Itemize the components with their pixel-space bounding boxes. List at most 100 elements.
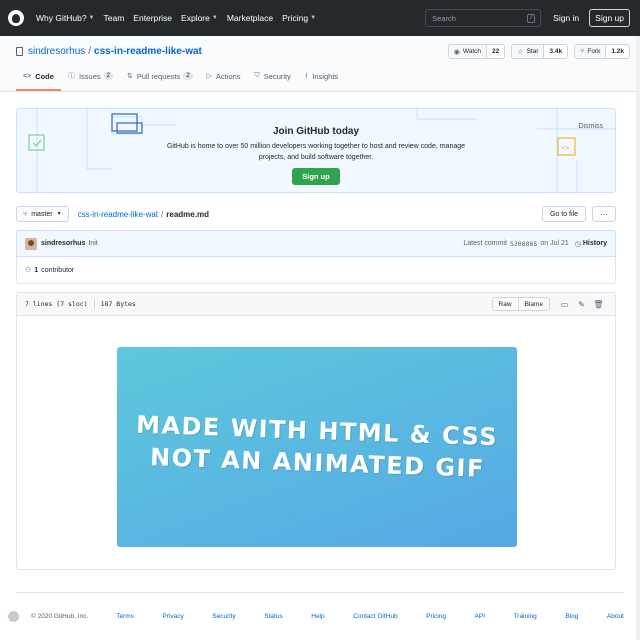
raw-blame-group: Raw Blame (491, 297, 550, 311)
search-shortcut-key: / (527, 14, 536, 23)
breadcrumb-repo-link[interactable]: css-in-readme-like-wat (78, 210, 158, 219)
footer-link-pricing[interactable]: Pricing (426, 613, 446, 620)
footer-link-terms[interactable]: Terms (116, 613, 134, 620)
star-label: Star (526, 48, 539, 55)
commit-sha-link[interactable]: 5200865 (510, 240, 537, 248)
file-size: 187 Bytes (100, 300, 136, 308)
search-placeholder: Search (432, 13, 456, 23)
avatar[interactable] (25, 237, 37, 250)
tab-pull-requests[interactable]: ⇅ Pull requests 2 (120, 71, 200, 91)
fork-button[interactable]: ⑂ Fork 1.2k (574, 44, 630, 59)
pencil-icon[interactable]: ✎ (573, 300, 590, 309)
fork-count[interactable]: 1.2k (606, 45, 629, 58)
repo-tabs: <> Code ⓘ Issues 2 ⇅ Pull requests 2 ▷ Actions… (16, 71, 345, 91)
signup-banner: <> Join GitHub today GitHub is home to o… (16, 108, 616, 193)
chevron-down-icon: ▼ (211, 15, 218, 21)
chevron-down-icon: ▼ (310, 15, 317, 21)
desktop-icon[interactable]: ▭ (556, 300, 573, 309)
issues-counter: 2 (103, 72, 113, 80)
more-options-button[interactable]: ··· (592, 206, 616, 222)
scrollbar[interactable] (636, 36, 640, 640)
search-input[interactable]: Search / (425, 9, 542, 27)
pull-request-icon: ⇅ (126, 73, 133, 80)
footer-links: Terms Privacy Security Status Help Conta… (116, 613, 624, 620)
top-nav: Why GitHub? ▼ Team Enterprise Explore ▼ Ma… (0, 0, 640, 36)
banner-text: GitHub is home to over 50 million develo… (166, 143, 466, 161)
breadcrumb-file: readme.md (166, 209, 209, 219)
latest-commit-label: Latest commit (463, 240, 507, 247)
contributor-count: 1 (34, 266, 39, 274)
readme-hero-image: MADE WITH HTML & CSS NOT AN ANIMATED GIF (117, 347, 517, 547)
issue-icon: ⓘ (67, 73, 75, 80)
footer-link-api[interactable]: API (475, 613, 485, 620)
footer-link-training[interactable]: Training (514, 613, 537, 620)
branch-icon: ⑂ (23, 210, 28, 218)
repo-icon (16, 47, 23, 56)
banner-title: Join GitHub today (272, 126, 360, 137)
repo-owner-link[interactable]: sindresorhus (28, 46, 85, 57)
tab-issues[interactable]: ⓘ Issues 2 (61, 71, 120, 91)
commit-author-link[interactable]: sindresorhus (41, 240, 85, 247)
footer-link-status[interactable]: Status (264, 613, 282, 620)
repo-separator: / (88, 46, 92, 57)
banner-sign-up-button[interactable]: Sign up (292, 168, 340, 185)
watch-count[interactable]: 22 (487, 45, 505, 58)
footer-copyright: © 2020 GitHub, Inc. (31, 613, 89, 620)
nav-team[interactable]: Team (104, 13, 125, 23)
branch-selector[interactable]: ⑂ master ▼ (16, 206, 69, 222)
contributors-row[interactable]: ⚇ 1 contributor (16, 257, 616, 284)
go-to-file-button[interactable]: Go to file (541, 206, 586, 222)
chevron-down-icon: ▼ (88, 15, 95, 21)
nav-explore[interactable]: Explore ▼ (181, 13, 218, 23)
github-logo-icon[interactable] (8, 611, 19, 622)
footer-link-about[interactable]: About (607, 613, 624, 620)
nav-why-github[interactable]: Why GitHub? ▼ (36, 13, 95, 23)
nav-pricing[interactable]: Pricing ▼ (282, 13, 316, 23)
dismiss-button[interactable]: Dismiss (579, 123, 604, 130)
sign-in-link[interactable]: Sign in (553, 13, 579, 23)
star-icon: ☆ (517, 48, 524, 56)
commit-message-link[interactable]: Init (88, 240, 97, 247)
blame-button[interactable]: Blame (517, 298, 549, 310)
contributor-label: contributor (41, 266, 75, 274)
star-count[interactable]: 3.4k (544, 45, 568, 58)
tab-security[interactable]: ⛉ Security (248, 71, 298, 91)
tab-insights[interactable]: ⌇ Insights (298, 71, 345, 91)
graph-icon: ⌇ (304, 73, 309, 80)
file-header: 7 lines (7 sloc) 187 Bytes Raw Blame ▭ ✎… (17, 293, 615, 316)
breadcrumb: css-in-readme-like-wat / readme.md (78, 210, 209, 219)
github-logo-icon[interactable] (8, 10, 24, 26)
footer-link-help[interactable]: Help (311, 613, 324, 620)
sign-up-button[interactable]: Sign up (589, 9, 630, 27)
footer-link-blog[interactable]: Blog (565, 613, 578, 620)
star-button[interactable]: ☆ Star 3.4k (511, 44, 569, 59)
file-lines: 7 lines (7 sloc) (25, 300, 88, 308)
trash-icon[interactable]: 🗑 (590, 300, 607, 309)
breadcrumb-separator: / (161, 209, 164, 219)
repo-header: sindresorhus / css-in-readme-like-wat ◉ W… (0, 36, 640, 92)
history-link[interactable]: ◷ History (575, 240, 607, 248)
repo-name-link[interactable]: css-in-readme-like-wat (94, 46, 202, 57)
fork-icon: ⑂ (580, 48, 585, 55)
divider (93, 299, 95, 309)
eye-icon: ◉ (453, 48, 460, 56)
banner-content: Join GitHub today GitHub is home to over… (17, 126, 615, 185)
repo-title: sindresorhus / css-in-readme-like-wat (16, 46, 202, 57)
clock-icon: ◷ (574, 240, 581, 248)
footer-link-privacy[interactable]: Privacy (162, 613, 183, 620)
nav-marketplace[interactable]: Marketplace (227, 13, 273, 23)
chevron-down-icon: ▼ (56, 211, 62, 217)
tab-code[interactable]: <> Code (16, 71, 61, 91)
watch-button[interactable]: ◉ Watch 22 (447, 44, 506, 59)
latest-commit-box: sindresorhus Init Latest commit 5200865 … (16, 230, 616, 257)
shield-icon: ⛉ (254, 72, 260, 79)
pull-requests-counter: 2 (183, 72, 193, 80)
tab-actions[interactable]: ▷ Actions (200, 71, 248, 91)
nav-enterprise[interactable]: Enterprise (133, 13, 172, 23)
raw-button[interactable]: Raw (492, 298, 518, 310)
commit-date: on Jul 21 (540, 240, 569, 247)
file-tools: Raw Blame ▭ ✎ 🗑 (491, 297, 607, 311)
footer-link-security[interactable]: Security (212, 613, 235, 620)
footer-link-contact[interactable]: Contact GitHub (353, 613, 397, 620)
play-icon: ▷ (206, 73, 212, 80)
